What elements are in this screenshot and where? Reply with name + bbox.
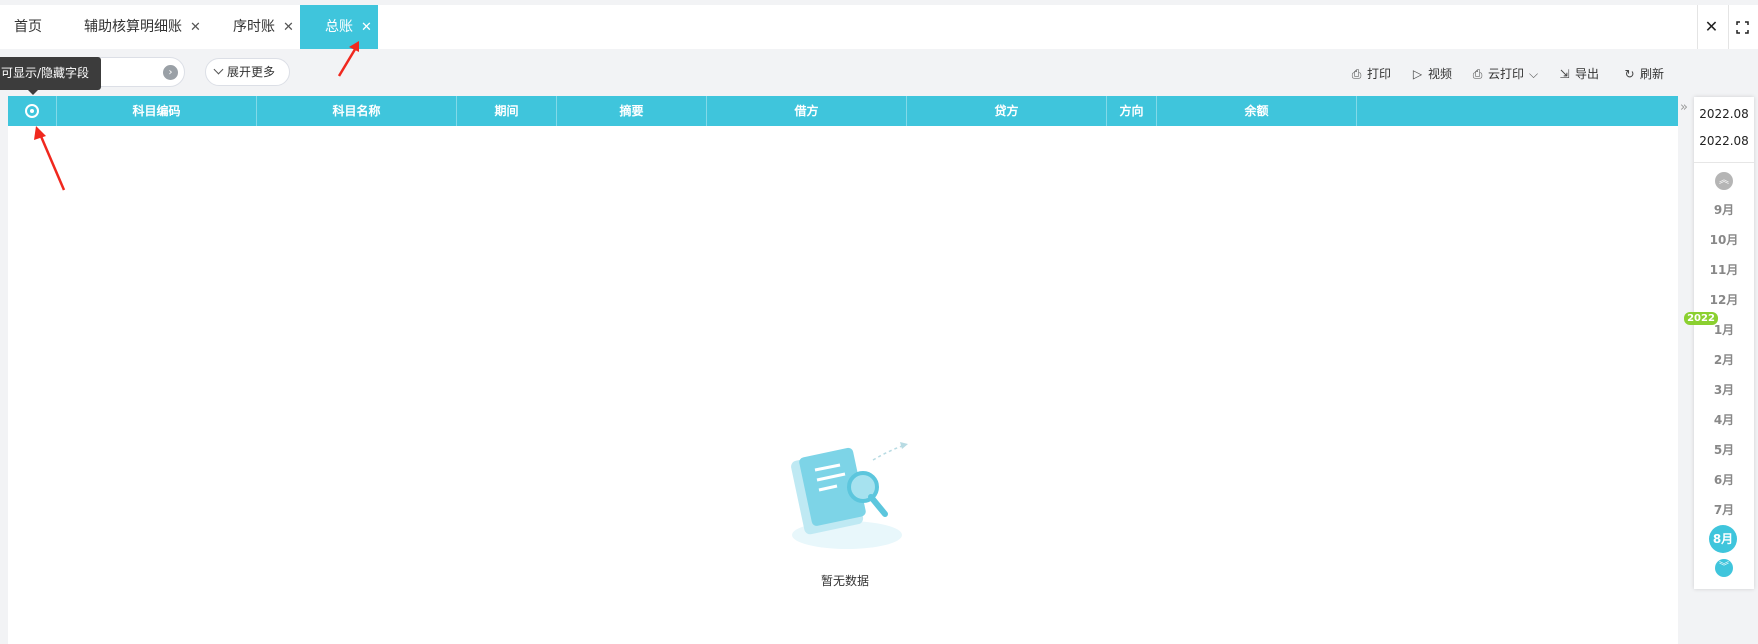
close-all-button[interactable]: ✕: [1697, 5, 1725, 49]
chevron-down-icon: [213, 64, 224, 75]
month-item[interactable]: 5月: [1694, 441, 1754, 458]
export-label: 导出: [1575, 67, 1600, 81]
refresh-icon: ↻: [1624, 67, 1635, 81]
col-account-name[interactable]: 科目名称: [257, 96, 457, 126]
collapse-panel-button[interactable]: »: [1680, 100, 1694, 120]
period-range: 2022.08 2022.08: [1694, 97, 1754, 163]
period-end[interactable]: 2022.08: [1694, 134, 1754, 148]
month-item[interactable]: 2月: [1694, 351, 1754, 368]
double-chevron-down-icon: ︾: [1719, 562, 1729, 573]
export-icon: ⇲: [1559, 67, 1570, 81]
month-item[interactable]: 10月: [1694, 231, 1754, 248]
month-item[interactable]: 7月: [1694, 501, 1754, 518]
month-item[interactable]: 9月: [1694, 201, 1754, 218]
close-icon[interactable]: ✕: [361, 20, 372, 35]
tab-aux-detail[interactable]: 辅助核算明细账 ✕: [84, 5, 201, 49]
chevron-down-icon: ⌵: [1529, 67, 1539, 81]
export-button[interactable]: ⇲ 导出: [1558, 64, 1599, 84]
print-label: 打印: [1367, 67, 1392, 81]
cloud-print-button[interactable]: ⎙ 云打印 ⌵: [1471, 64, 1538, 84]
ledger-grid: 科目编码 科目名称 期间 摘要 借方 贷方 方向 余额: [8, 96, 1678, 644]
printer-icon: ⎙: [1351, 67, 1362, 81]
expand-more-button[interactable]: 展开更多: [205, 58, 290, 86]
period-panel: 2022.08 2022.08 ︽ 9月 10月 11月 12月 1月 2月 3…: [1694, 97, 1754, 589]
fullscreen-icon: [1736, 21, 1749, 34]
search-go-icon[interactable]: ›: [163, 65, 178, 80]
video-button[interactable]: ▷ 视频: [1411, 64, 1452, 84]
col-period[interactable]: 期间: [457, 96, 557, 126]
scroll-down-button[interactable]: ︾: [1715, 559, 1733, 577]
close-icon: ✕: [1704, 17, 1719, 36]
col-account-code[interactable]: 科目编码: [57, 96, 257, 126]
double-chevron-right-icon: »: [1680, 100, 1688, 115]
tab-label: 总账: [325, 19, 353, 35]
field-settings-button[interactable]: [8, 96, 57, 126]
month-item[interactable]: 4月: [1694, 411, 1754, 428]
col-summary[interactable]: 摘要: [557, 96, 707, 126]
printer-icon: ⎙: [1472, 67, 1483, 81]
empty-data-text: 暂无数据: [820, 574, 869, 588]
annotation-arrow-icon: [337, 41, 359, 77]
expand-more-label: 展开更多: [227, 65, 276, 79]
close-icon[interactable]: ✕: [190, 20, 201, 35]
month-item[interactable]: 12月: [1694, 291, 1754, 308]
month-item[interactable]: 11月: [1694, 261, 1754, 278]
year-badge: 2022: [1684, 312, 1718, 325]
month-item[interactable]: 6月: [1694, 471, 1754, 488]
month-item[interactable]: 3月: [1694, 381, 1754, 398]
tab-bar: 首页 辅助核算明细账 ✕ 序时账 ✕ 总账 ✕: [0, 5, 1758, 49]
close-icon[interactable]: ✕: [283, 20, 294, 35]
tooltip-text: 可显示/隐藏字段: [1, 66, 90, 80]
tab-label: 序时账: [233, 19, 275, 35]
tab-journal[interactable]: 序时账 ✕: [233, 5, 294, 49]
refresh-label: 刷新: [1640, 67, 1665, 81]
col-balance[interactable]: 余额: [1157, 96, 1357, 126]
scroll-up-button[interactable]: ︽: [1715, 172, 1733, 190]
col-debit[interactable]: 借方: [707, 96, 907, 126]
fullscreen-button[interactable]: [1728, 5, 1756, 49]
tab-home[interactable]: 首页: [14, 5, 42, 49]
empty-data-illustration: [791, 442, 908, 549]
tooltip-arrow: [28, 90, 38, 95]
refresh-button[interactable]: ↻ 刷新: [1623, 64, 1664, 84]
field-toggle-tooltip: 可显示/隐藏字段: [0, 57, 101, 95]
print-button[interactable]: ⎙ 打印: [1350, 64, 1391, 84]
tab-label: 首页: [14, 19, 42, 35]
month-item-selected[interactable]: 8月: [1709, 525, 1737, 553]
video-label: 视频: [1428, 67, 1453, 81]
tab-label: 辅助核算明细账: [84, 19, 182, 35]
play-icon: ▷: [1412, 67, 1423, 81]
annotation-arrow-icon: [34, 126, 66, 191]
col-direction[interactable]: 方向: [1107, 96, 1157, 126]
double-chevron-up-icon: ︽: [1719, 175, 1729, 186]
gear-icon: [25, 104, 39, 118]
col-credit[interactable]: 贷方: [907, 96, 1107, 126]
period-start[interactable]: 2022.08: [1694, 107, 1754, 121]
grid-header: 科目编码 科目名称 期间 摘要 借方 贷方 方向 余额: [8, 96, 1678, 126]
cloud-print-label: 云打印: [1488, 67, 1525, 81]
